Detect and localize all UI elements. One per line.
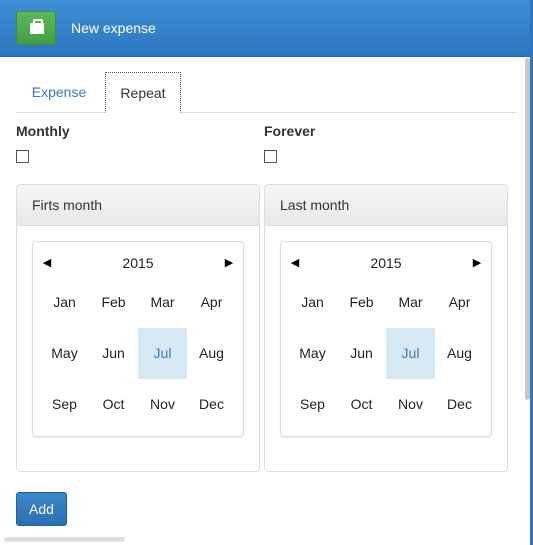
month-cell-mar[interactable]: Mar bbox=[138, 277, 187, 328]
monthly-checkbox[interactable] bbox=[16, 150, 29, 163]
shopping-bag-icon bbox=[30, 19, 44, 34]
prev-year-icon[interactable]: ◀ bbox=[40, 256, 54, 270]
forever-checkbox[interactable] bbox=[264, 150, 277, 163]
month-cell-nov[interactable]: Nov bbox=[386, 379, 435, 430]
tab-bar: Expense Repeat bbox=[16, 72, 517, 113]
first-month-panel: Firts month ◀ 2015 ▶ Jan Feb Mar Apr May Jun J… bbox=[16, 184, 260, 472]
first-month-picker: ◀ 2015 ▶ Jan Feb Mar Apr May Jun Jul Aug Sep Oct N… bbox=[32, 241, 244, 437]
year-label[interactable]: 2015 bbox=[341, 255, 431, 271]
month-cell-may[interactable]: May bbox=[40, 328, 89, 379]
modal-header: New expense bbox=[0, 0, 533, 57]
tab-repeat[interactable]: Repeat bbox=[105, 72, 181, 113]
forever-label: Forever bbox=[264, 123, 316, 139]
header-icon-button[interactable] bbox=[16, 11, 56, 45]
next-year-icon[interactable]: ▶ bbox=[222, 256, 236, 270]
month-cell-jun[interactable]: Jun bbox=[89, 328, 138, 379]
month-cell-jul[interactable]: Jul bbox=[386, 328, 435, 379]
month-cell-feb[interactable]: Feb bbox=[337, 277, 386, 328]
vertical-scrollbar[interactable] bbox=[525, 58, 530, 400]
month-cell-jul[interactable]: Jul bbox=[138, 328, 187, 379]
month-cell-apr[interactable]: Apr bbox=[187, 277, 236, 328]
last-month-picker: ◀ 2015 ▶ Jan Feb Mar Apr May Jun Jul Aug Sep Oct N… bbox=[280, 241, 492, 437]
prev-year-icon[interactable]: ◀ bbox=[288, 256, 302, 270]
month-cell-sep[interactable]: Sep bbox=[40, 379, 89, 430]
month-cell-jan[interactable]: Jan bbox=[40, 277, 89, 328]
tab-expense[interactable]: Expense bbox=[16, 72, 102, 112]
month-cell-may[interactable]: May bbox=[288, 328, 337, 379]
month-cell-apr[interactable]: Apr bbox=[435, 277, 484, 328]
month-cell-mar[interactable]: Mar bbox=[386, 277, 435, 328]
month-cell-aug[interactable]: Aug bbox=[435, 328, 484, 379]
month-cell-jun[interactable]: Jun bbox=[337, 328, 386, 379]
month-cell-jan[interactable]: Jan bbox=[288, 277, 337, 328]
month-cell-oct[interactable]: Oct bbox=[89, 379, 138, 430]
month-cell-aug[interactable]: Aug bbox=[187, 328, 236, 379]
month-cell-feb[interactable]: Feb bbox=[89, 277, 138, 328]
add-button[interactable]: Add bbox=[16, 492, 67, 526]
month-cell-dec[interactable]: Dec bbox=[435, 379, 484, 430]
monthly-label: Monthly bbox=[16, 123, 70, 139]
month-cell-dec[interactable]: Dec bbox=[187, 379, 236, 430]
month-cell-sep[interactable]: Sep bbox=[288, 379, 337, 430]
year-label[interactable]: 2015 bbox=[93, 255, 183, 271]
month-cell-nov[interactable]: Nov bbox=[138, 379, 187, 430]
next-year-icon[interactable]: ▶ bbox=[470, 256, 484, 270]
month-cell-oct[interactable]: Oct bbox=[337, 379, 386, 430]
first-month-heading: Firts month bbox=[17, 185, 259, 226]
modal-title: New expense bbox=[71, 20, 156, 36]
last-month-heading: Last month bbox=[265, 185, 507, 226]
horizontal-scrollbar[interactable] bbox=[4, 537, 125, 542]
last-month-panel: Last month ◀ 2015 ▶ Jan Feb Mar Apr May Jun Ju… bbox=[264, 184, 508, 472]
